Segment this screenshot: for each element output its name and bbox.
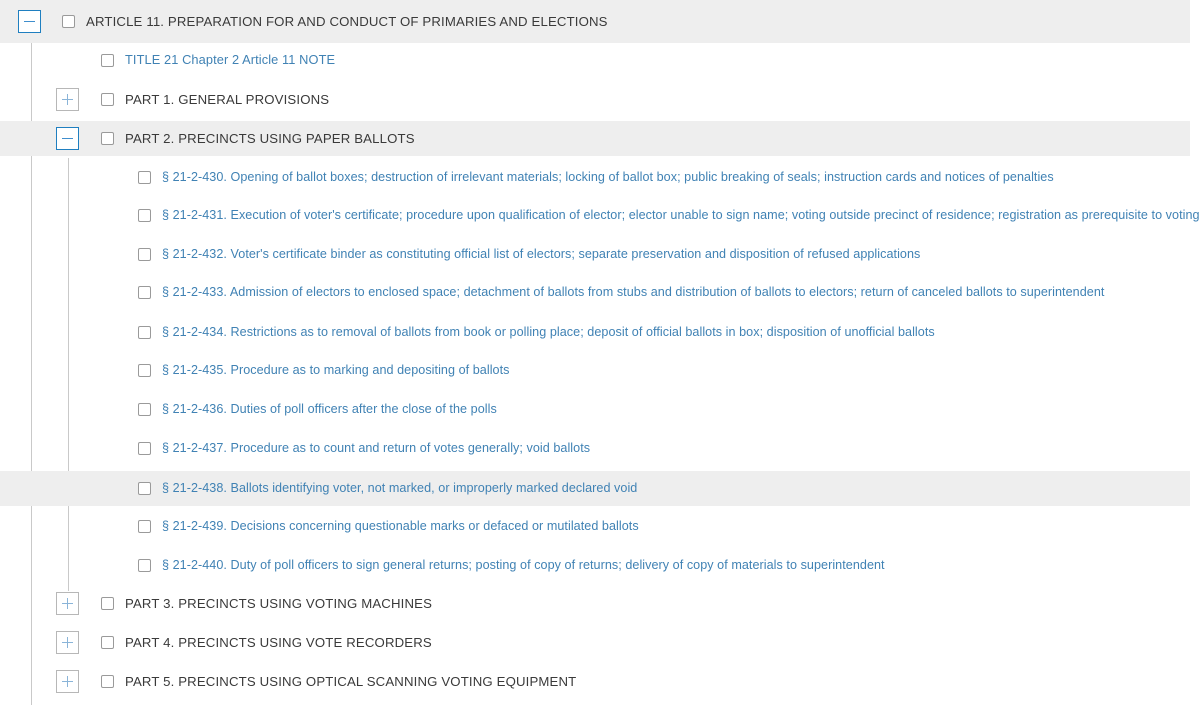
tree-label-section[interactable]: § 21-2-436. Duties of poll officers afte… [162,403,497,416]
checkbox-section[interactable] [138,520,151,533]
tree-label-section[interactable]: § 21-2-435. Procedure as to marking and … [162,364,510,377]
minus-icon [62,137,73,140]
checkbox-section[interactable] [138,171,151,184]
checkbox-note[interactable] [101,54,114,67]
tree-row-part-1[interactable]: PART 1. GENERAL PROVISIONS [0,87,1200,112]
checkbox-section[interactable] [138,482,151,495]
plus-icon-vertical [66,598,69,609]
expand-toggle-part-4[interactable] [56,631,79,654]
tree-row-section[interactable]: § 21-2-431. Execution of voter's certifi… [0,203,1200,228]
tree-row-section[interactable]: § 21-2-439. Decisions concerning questio… [0,514,1200,539]
checkbox-section[interactable] [138,209,151,222]
tree-label-section[interactable]: § 21-2-438. Ballots identifying voter, n… [162,482,637,495]
collapse-toggle-part-2[interactable] [56,127,79,150]
tree-label-section[interactable]: § 21-2-439. Decisions concerning questio… [162,520,639,533]
tree-label-section[interactable]: § 21-2-431. Execution of voter's certifi… [162,209,1200,222]
checkbox-part-4[interactable] [101,636,114,649]
checkbox-part-5[interactable] [101,675,114,688]
tree-row-section[interactable]: § 21-2-437. Procedure as to count and re… [0,436,1200,461]
tree-row-part-2[interactable]: PART 2. PRECINCTS USING PAPER BALLOTS [0,121,1200,156]
tree-label-section[interactable]: § 21-2-433. Admission of electors to enc… [162,286,1104,299]
tree-label-part-3: PART 3. PRECINCTS USING VOTING MACHINES [125,595,433,611]
checkbox-part-2[interactable] [101,132,114,145]
expand-toggle-part-5[interactable] [56,670,79,693]
tree-row-part-5[interactable]: PART 5. PRECINCTS USING OPTICAL SCANNING… [0,669,1200,694]
tree-label-section[interactable]: § 21-2-440. Duty of poll officers to sig… [162,559,885,572]
tree-label-note[interactable]: TITLE 21 Chapter 2 Article 11 NOTE [125,53,335,67]
tree-label-part-1: PART 1. GENERAL PROVISIONS [125,91,330,107]
tree-row-section-selected[interactable]: § 21-2-438. Ballots identifying voter, n… [0,471,1200,506]
checkbox-section[interactable] [138,403,151,416]
tree-label-section[interactable]: § 21-2-434. Restrictions as to removal o… [162,326,935,339]
tree-row-section[interactable]: § 21-2-440. Duty of poll officers to sig… [0,553,1200,578]
plus-icon-vertical [66,94,69,105]
tree-label-part-4: PART 4. PRECINCTS USING VOTE RECORDERS [125,634,432,650]
tree-label-section[interactable]: § 21-2-430. Opening of ballot boxes; des… [162,171,1054,184]
tree-row-article[interactable]: ARTICLE 11. PREPARATION FOR AND CONDUCT … [0,0,1200,43]
minus-icon [24,20,35,23]
tree-row-section[interactable]: § 21-2-435. Procedure as to marking and … [0,358,1200,383]
tree-row-part-4[interactable]: PART 4. PRECINCTS USING VOTE RECORDERS [0,630,1200,655]
tree-label-article: ARTICLE 11. PREPARATION FOR AND CONDUCT … [86,13,608,29]
tree-row-note[interactable]: TITLE 21 Chapter 2 Article 11 NOTE [0,48,1200,73]
checkbox-section[interactable] [138,248,151,261]
checkbox-article[interactable] [62,15,75,28]
plus-icon-vertical [66,637,69,648]
tree-row-section[interactable]: § 21-2-430. Opening of ballot boxes; des… [0,165,1200,190]
tree-row-section[interactable]: § 21-2-433. Admission of electors to enc… [0,280,1200,305]
tree-row-section[interactable]: § 21-2-436. Duties of poll officers afte… [0,397,1200,422]
checkbox-part-3[interactable] [101,597,114,610]
checkbox-section[interactable] [138,364,151,377]
checkbox-section[interactable] [138,326,151,339]
checkbox-section[interactable] [138,559,151,572]
statute-tree: ARTICLE 11. PREPARATION FOR AND CONDUCT … [0,0,1200,705]
tree-label-section[interactable]: § 21-2-437. Procedure as to count and re… [162,442,590,455]
checkbox-part-1[interactable] [101,93,114,106]
checkbox-section[interactable] [138,286,151,299]
tree-label-part-2: PART 2. PRECINCTS USING PAPER BALLOTS [125,130,415,146]
tree-label-part-5: PART 5. PRECINCTS USING OPTICAL SCANNING… [125,673,577,689]
tree-row-section[interactable]: § 21-2-434. Restrictions as to removal o… [0,320,1200,345]
tree-row-part-3[interactable]: PART 3. PRECINCTS USING VOTING MACHINES [0,591,1200,616]
expand-toggle-part-3[interactable] [56,592,79,615]
checkbox-section[interactable] [138,442,151,455]
tree-row-section[interactable]: § 21-2-432. Voter's certificate binder a… [0,242,1200,267]
plus-icon-vertical [66,676,69,687]
collapse-toggle-article[interactable] [18,10,41,33]
tree-label-section[interactable]: § 21-2-432. Voter's certificate binder a… [162,248,920,261]
expand-toggle-part-1[interactable] [56,88,79,111]
